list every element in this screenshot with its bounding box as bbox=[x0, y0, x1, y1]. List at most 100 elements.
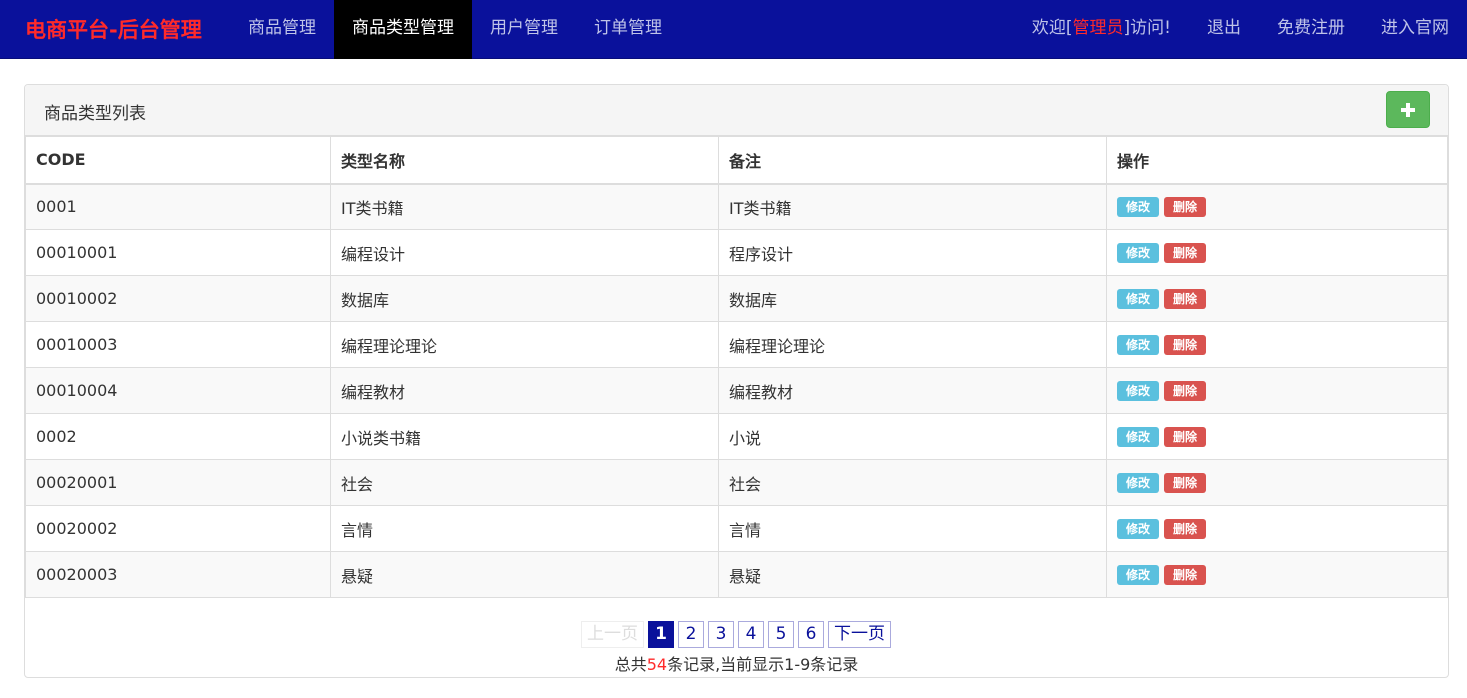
cell-type-name: 编程教材 bbox=[330, 367, 719, 414]
page-1-button[interactable]: 1 bbox=[648, 621, 674, 648]
register-link[interactable]: 免费注册 bbox=[1259, 0, 1363, 59]
edit-button[interactable]: 修改 bbox=[1117, 242, 1159, 263]
edit-button[interactable]: 修改 bbox=[1117, 564, 1159, 585]
cell-actions: 修改 删除 bbox=[1106, 413, 1448, 460]
delete-button[interactable]: 删除 bbox=[1164, 334, 1206, 355]
record-summary: 总共54条记录,当前显示1-9条记录 bbox=[25, 651, 1448, 675]
page-6-button[interactable]: 6 bbox=[798, 621, 824, 648]
cell-code: 00010001 bbox=[25, 229, 331, 276]
delete-button[interactable]: 删除 bbox=[1164, 288, 1206, 309]
cell-type-name: 言情 bbox=[330, 505, 719, 552]
edit-button[interactable]: 修改 bbox=[1117, 426, 1159, 447]
table-row: 00010003 编程理论理论 编程理论理论 修改 删除 bbox=[25, 321, 1448, 368]
welcome-suffix: ]访问! bbox=[1123, 18, 1171, 38]
cell-type-name: 数据库 bbox=[330, 275, 719, 322]
edit-button[interactable]: 修改 bbox=[1117, 380, 1159, 401]
edit-button[interactable]: 修改 bbox=[1117, 334, 1159, 355]
cell-type-name: 社会 bbox=[330, 459, 719, 506]
table-row: 00020003 悬疑 悬疑 修改 删除 bbox=[25, 551, 1448, 598]
table-row: 00020002 言情 言情 修改 删除 bbox=[25, 505, 1448, 552]
main-nav: 商品管理 商品类型管理 用户管理 订单管理 bbox=[230, 0, 680, 59]
delete-button[interactable]: 删除 bbox=[1164, 426, 1206, 447]
table-row: 00010001 编程设计 程序设计 修改 删除 bbox=[25, 229, 1448, 276]
cell-remark: 言情 bbox=[718, 505, 1107, 552]
next-page-button[interactable]: 下一页 bbox=[828, 621, 891, 648]
table-header-row: CODE 类型名称 备注 操作 bbox=[25, 136, 1448, 185]
table-row: 0002 小说类书籍 小说 修改 删除 bbox=[25, 413, 1448, 460]
delete-button[interactable]: 删除 bbox=[1164, 518, 1206, 539]
panel-heading: 商品类型列表 bbox=[25, 85, 1448, 136]
cell-code: 0002 bbox=[25, 413, 331, 460]
page-5-button[interactable]: 5 bbox=[768, 621, 794, 648]
table-row: 0001 IT类书籍 IT类书籍 修改 删除 bbox=[25, 183, 1448, 230]
cell-code: 00020001 bbox=[25, 459, 331, 506]
cell-code: 00010003 bbox=[25, 321, 331, 368]
edit-button[interactable]: 修改 bbox=[1117, 518, 1159, 539]
welcome-text: 欢迎[管理员]访问! bbox=[1014, 0, 1189, 59]
edit-button[interactable]: 修改 bbox=[1117, 197, 1159, 217]
logout-link[interactable]: 退出 bbox=[1189, 0, 1259, 59]
admin-name: 管理员 bbox=[1072, 18, 1124, 38]
nav-product-management[interactable]: 商品管理 bbox=[230, 0, 334, 59]
official-site-link[interactable]: 进入官网 bbox=[1363, 0, 1467, 59]
cell-remark: 数据库 bbox=[718, 275, 1107, 322]
nav-order-management[interactable]: 订单管理 bbox=[576, 0, 680, 59]
cell-actions: 修改 删除 bbox=[1106, 367, 1448, 414]
page-3-button[interactable]: 3 bbox=[708, 621, 734, 648]
product-type-table: CODE 类型名称 备注 操作 0001 IT类书籍 IT类书籍 修改 删除 000100… bbox=[25, 136, 1448, 598]
cell-type-name: 编程设计 bbox=[330, 229, 719, 276]
cell-type-name: 悬疑 bbox=[330, 551, 719, 598]
header-type-name: 类型名称 bbox=[330, 136, 719, 185]
cell-type-name: IT类书籍 bbox=[330, 183, 719, 230]
cell-code: 00010004 bbox=[25, 367, 331, 414]
cell-remark: 编程理论理论 bbox=[718, 321, 1107, 368]
add-type-button[interactable] bbox=[1386, 91, 1430, 128]
cell-code: 00020003 bbox=[25, 551, 331, 598]
header-actions: 操作 bbox=[1106, 136, 1448, 185]
cell-remark: 程序设计 bbox=[718, 229, 1107, 276]
cell-actions: 修改 删除 bbox=[1106, 321, 1448, 368]
nav-user-management[interactable]: 用户管理 bbox=[472, 0, 576, 59]
cell-remark: IT类书籍 bbox=[718, 183, 1107, 230]
header-remark: 备注 bbox=[718, 136, 1107, 185]
cell-remark: 小说 bbox=[718, 413, 1107, 460]
delete-button[interactable]: 删除 bbox=[1164, 472, 1206, 493]
cell-actions: 修改 删除 bbox=[1106, 275, 1448, 322]
table-row: 00020001 社会 社会 修改 删除 bbox=[25, 459, 1448, 506]
header-code: CODE bbox=[25, 136, 331, 185]
user-nav: 欢迎[管理员]访问! 退出 免费注册 进入官网 bbox=[1014, 0, 1467, 59]
delete-button[interactable]: 删除 bbox=[1164, 242, 1206, 263]
cell-remark: 社会 bbox=[718, 459, 1107, 506]
product-type-panel: 商品类型列表 CODE 类型名称 备注 操作 0001 IT类书籍 IT类书籍 修改删… bbox=[24, 84, 1449, 678]
nav-product-type-management[interactable]: 商品类型管理 bbox=[334, 0, 472, 59]
edit-button[interactable]: 修改 bbox=[1117, 288, 1159, 309]
pagination: 上一页 1 2 3 4 5 6 下一页 bbox=[581, 621, 891, 648]
total-count: 54 bbox=[646, 655, 668, 674]
cell-remark: 悬疑 bbox=[718, 551, 1107, 598]
cell-code: 0001 bbox=[25, 183, 331, 230]
page-4-button[interactable]: 4 bbox=[738, 621, 764, 648]
cell-actions: 修改 删除 bbox=[1106, 551, 1448, 598]
page-2-button[interactable]: 2 bbox=[678, 621, 704, 648]
delete-button[interactable]: 删除 bbox=[1164, 564, 1206, 585]
welcome-prefix: 欢迎[ bbox=[1031, 18, 1073, 38]
summary-suffix: 条记录,当前显示1-9条记录 bbox=[667, 655, 859, 674]
delete-button[interactable]: 删除 bbox=[1164, 380, 1206, 401]
table-row: 00010004 编程教材 编程教材 修改 删除 bbox=[25, 367, 1448, 414]
cell-code: 00010002 bbox=[25, 275, 331, 322]
cell-type-name: 小说类书籍 bbox=[330, 413, 719, 460]
delete-button[interactable]: 删除 bbox=[1164, 197, 1206, 217]
summary-prefix: 总共 bbox=[614, 655, 647, 674]
cell-remark: 编程教材 bbox=[718, 367, 1107, 414]
cell-type-name: 编程理论理论 bbox=[330, 321, 719, 368]
top-navbar: 电商平台-后台管理 商品管理 商品类型管理 用户管理 订单管理 欢迎[管理员]访… bbox=[0, 0, 1467, 59]
cell-code: 00020002 bbox=[25, 505, 331, 552]
cell-actions: 修改 删除 bbox=[1106, 183, 1448, 230]
cell-actions: 修改 删除 bbox=[1106, 229, 1448, 276]
prev-page-button[interactable]: 上一页 bbox=[581, 621, 644, 648]
brand-title[interactable]: 电商平台-后台管理 bbox=[25, 14, 202, 44]
cell-actions: 修改 删除 bbox=[1106, 459, 1448, 506]
cell-actions: 修改 删除 bbox=[1106, 505, 1448, 552]
panel-title: 商品类型列表 bbox=[44, 104, 146, 124]
edit-button[interactable]: 修改 bbox=[1117, 472, 1159, 493]
